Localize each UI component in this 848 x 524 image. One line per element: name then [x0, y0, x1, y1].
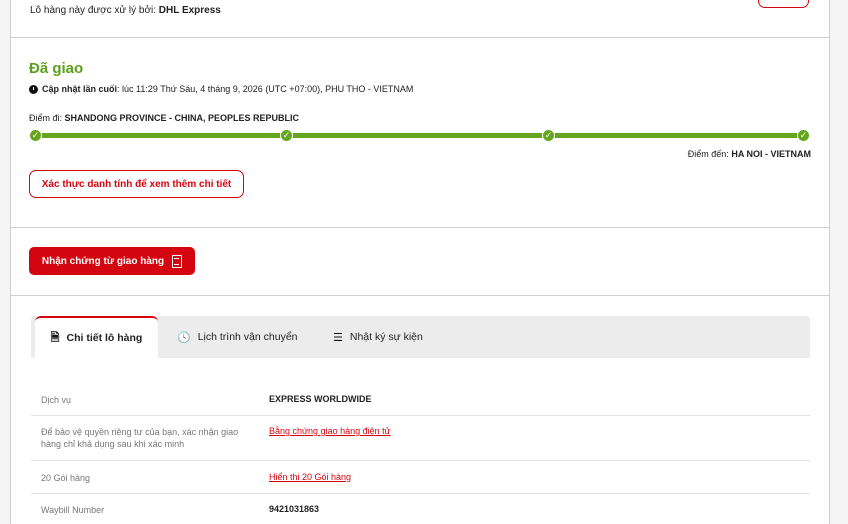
handler-text: Lô hàng này được xử lý bởi: DHL Express	[30, 5, 221, 16]
tab-event-log[interactable]: ☰ Nhật ký sự kiện	[333, 316, 423, 358]
page-gutter	[831, 0, 848, 524]
electronic-proof-link[interactable]: Bằng chứng giao hàng điện tử	[269, 426, 391, 436]
service-value: EXPRESS WORLDWIDE	[269, 394, 372, 404]
last-update-row: Cập nhật lần cuối: lúc 11:29 Thứ Sáu, 4 …	[29, 84, 413, 94]
handler-carrier: DHL Express	[158, 5, 221, 16]
destination: Điểm đến: HA NOI - VIETNAM	[688, 149, 811, 159]
service-label: Dịch vụ	[41, 395, 72, 405]
destination-value: HA NOI - VIETNAM	[731, 149, 811, 159]
partial-button[interactable]	[758, 0, 809, 8]
get-proof-button[interactable]: Nhận chứng từ giao hàng	[29, 247, 195, 275]
detail-row-pieces: 20 Gói hàng Hiển thị 20 Gói hàng	[31, 461, 810, 494]
pieces-label: 20 Gói hàng	[41, 473, 91, 483]
detail-row-service: Dịch vụ EXPRESS WORLDWIDE	[31, 382, 810, 416]
origin: Điểm đi: SHANDONG PROVINCE - CHINA, PEOP…	[29, 113, 299, 123]
details-card: 🗎 Chi tiết lô hàng 🕓 Lịch trình vận chuy…	[10, 295, 830, 524]
privacy-label: Để bảo vệ quyền riêng tư của bạn, xác nh…	[41, 427, 239, 449]
origin-value: SHANDONG PROVINCE - CHINA, PEOPLES REPUB…	[64, 113, 300, 123]
document-edit-icon	[172, 255, 183, 268]
tab-label: Nhật ký sự kiện	[349, 331, 423, 343]
destination-label: Điểm đến:	[687, 149, 732, 159]
tab-label: Chi tiết lô hàng	[66, 332, 143, 344]
last-update-label: Cập nhật lần cuối	[42, 84, 118, 94]
proof-card: Nhận chứng từ giao hàng	[10, 227, 830, 296]
tab-shipment-details[interactable]: 🗎 Chi tiết lô hàng	[35, 316, 158, 358]
last-update-text: : lúc 11:29 Thứ Sáu, 4 tháng 9, 2026 (UT…	[117, 84, 414, 94]
waybill-label: Waybill Number	[41, 505, 105, 515]
clock-icon: 🕓	[177, 331, 191, 344]
status-title: Đã giao	[29, 60, 84, 77]
origin-label: Điểm đi:	[29, 113, 65, 123]
clock-icon	[29, 84, 38, 94]
detail-row-privacy: Để bảo vệ quyền riêng tư của bạn, xác nh…	[31, 416, 810, 461]
tab-label: Lịch trình vận chuyển	[197, 331, 298, 343]
verify-identity-button[interactable]: Xác thực danh tính để xem thêm chi tiết	[29, 170, 244, 198]
list-icon: ☰	[333, 331, 343, 344]
status-card: Đã giao Cập nhật lần cuối: lúc 11:29 Thứ…	[10, 37, 830, 228]
get-proof-label: Nhận chứng từ giao hàng	[41, 255, 165, 267]
tab-bar: 🗎 Chi tiết lô hàng 🕓 Lịch trình vận chuy…	[31, 316, 810, 358]
detail-row-waybill: Waybill Number 9421031863	[31, 494, 810, 524]
show-pieces-link[interactable]: Hiển thị 20 Gói hàng	[269, 472, 351, 482]
progress-node-3: ✓	[542, 129, 555, 142]
tab-transit-schedule[interactable]: 🕓 Lịch trình vận chuyển	[177, 316, 298, 358]
handler-card: Lô hàng này được xử lý bởi: DHL Express	[10, 0, 830, 38]
waybill-value: 9421031863	[269, 504, 320, 514]
document-icon: 🗎	[50, 331, 60, 344]
progress-node-4: ✓	[797, 129, 810, 142]
progress-line	[36, 133, 804, 138]
handler-prefix: Lô hàng này được xử lý bởi:	[30, 5, 159, 16]
progress-node-2: ✓	[280, 129, 293, 142]
progress-node-1: ✓	[29, 129, 42, 142]
